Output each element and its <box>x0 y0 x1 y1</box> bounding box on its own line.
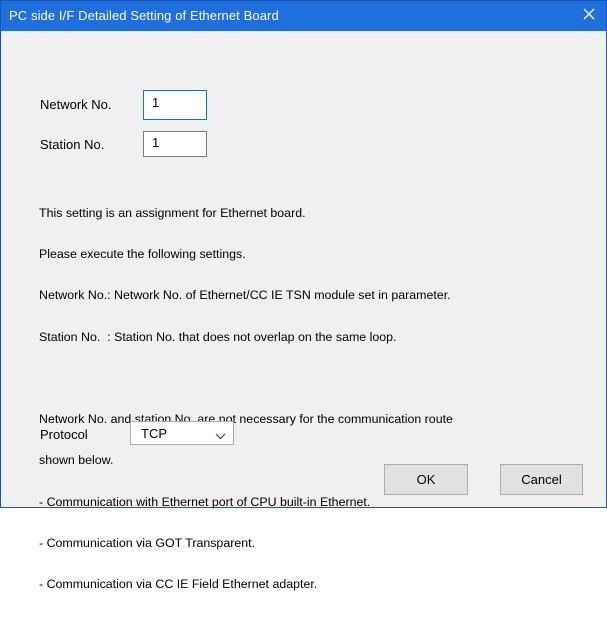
station-no-input[interactable]: 1 <box>143 131 207 157</box>
network-no-input[interactable]: 1 <box>143 90 207 120</box>
info-line: Please execute the following settings. <box>39 246 246 261</box>
info-line: This setting is an assignment for Ethern… <box>39 205 306 220</box>
info-line: Network No. and station No. are not nece… <box>39 411 453 426</box>
close-icon <box>583 7 595 25</box>
info-line: Network No.: Network No. of Ethernet/CC … <box>39 288 451 303</box>
protocol-selected-value: TCP <box>141 426 167 441</box>
dialog-title: PC side I/F Detailed Setting of Ethernet… <box>9 8 279 23</box>
protocol-select[interactable]: TCP <box>130 421 234 445</box>
detailed-setting-dialog: PC side I/F Detailed Setting of Ethernet… <box>0 0 607 591</box>
info-line: - Communication via GOT Transparent. <box>39 535 256 550</box>
info-line: - Communication via CC IE Field Ethernet… <box>39 577 318 592</box>
close-button[interactable] <box>572 1 606 31</box>
info-text: This setting is an assignment for Ethern… <box>39 179 599 620</box>
network-no-label: Network No. <box>40 97 112 112</box>
ok-button[interactable]: OK <box>384 464 468 495</box>
protocol-label: Protocol <box>40 427 88 442</box>
chevron-down-icon <box>215 428 226 443</box>
info-line: - Communication with Ethernet port of CP… <box>39 494 371 509</box>
cancel-button[interactable]: Cancel <box>500 464 583 495</box>
station-no-label: Station No. <box>40 137 105 152</box>
info-line: Station No. : Station No. that does not … <box>39 329 397 344</box>
title-bar: PC side I/F Detailed Setting of Ethernet… <box>1 1 606 31</box>
